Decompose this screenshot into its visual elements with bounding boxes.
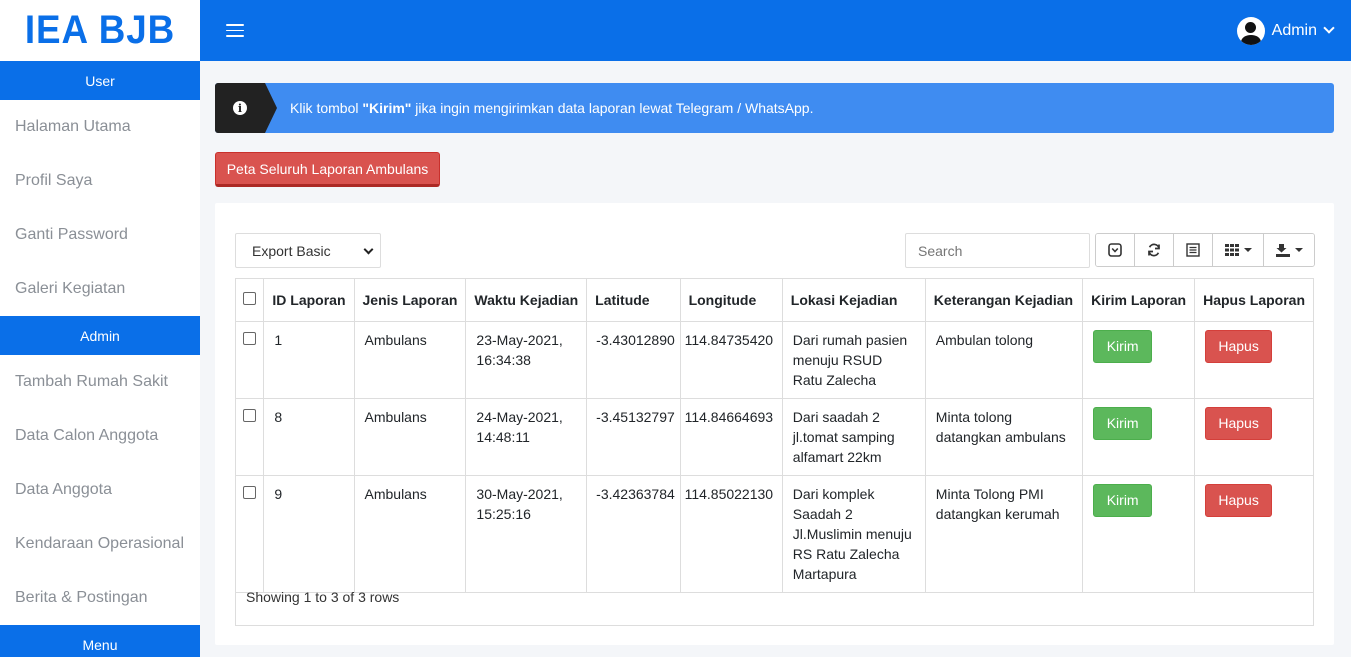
export-dropdown-button[interactable]	[1264, 234, 1314, 266]
sidebar-item-tambah-rumah-sakit[interactable]: Tambah Rumah Sakit	[0, 355, 200, 409]
cell-longitude: 114.84735420	[680, 321, 783, 399]
cell-latitude: -3.43012890	[586, 321, 681, 399]
cell-hapus: Hapus	[1194, 321, 1313, 399]
cell-kirim: Kirim	[1082, 475, 1196, 593]
col-latitude[interactable]: Latitude	[586, 279, 681, 322]
alert-icon-box: i	[215, 83, 277, 133]
sidebar: IEA BJB User Halaman Utama Profil Saya G…	[0, 0, 200, 657]
cell-jenis: Ambulans	[354, 321, 467, 399]
cell-waktu: 24-May-2021, 14:48:11	[465, 398, 588, 476]
toggle-pagination-button[interactable]	[1096, 234, 1135, 266]
list-view-icon	[1186, 243, 1200, 257]
row-select-cell	[236, 398, 265, 476]
row-checkbox[interactable]	[243, 331, 257, 345]
grid-icon	[1224, 244, 1239, 256]
map-all-reports-button[interactable]: Peta Seluruh Laporan Ambulans	[215, 152, 440, 187]
sidebar-item-kendaraan-operasional[interactable]: Kendaraan Operasional	[0, 517, 200, 571]
cell-keterangan: Ambulan tolong	[925, 321, 1084, 399]
row-select-cell	[236, 321, 265, 399]
kirim-button[interactable]: Kirim	[1093, 329, 1153, 363]
user-avatar-icon	[1236, 16, 1265, 45]
cell-lokasi: Dari rumah pasien menuju RSUD Ratu Zalec…	[782, 321, 926, 399]
col-hapus[interactable]: Hapus Laporan	[1194, 279, 1313, 322]
table-toolbar	[1095, 233, 1315, 267]
search-input[interactable]	[905, 233, 1090, 268]
caret-down-icon	[1243, 248, 1252, 252]
col-kirim[interactable]: Kirim Laporan	[1082, 279, 1196, 322]
sidebar-item-berita-postingan[interactable]: Berita & Postingan	[0, 571, 200, 625]
row-select-cell	[236, 475, 265, 593]
cell-keterangan: Minta tolong datangkan ambulans	[925, 398, 1084, 476]
info-icon: i	[233, 101, 247, 115]
row-checkbox[interactable]	[243, 485, 257, 499]
sidebar-item-profil-saya[interactable]: Profil Saya	[0, 154, 200, 208]
cell-kirim: Kirim	[1082, 321, 1196, 399]
toggle-view-button[interactable]	[1174, 234, 1213, 266]
refresh-button[interactable]	[1135, 234, 1174, 266]
col-keterangan[interactable]: Keterangan Kejadian	[925, 279, 1084, 322]
nav-section-menu: Menu	[0, 625, 200, 657]
table-row: 8 Ambulans 24-May-2021, 14:48:11 -3.4513…	[236, 398, 1313, 476]
caret-down-icon	[1294, 248, 1303, 252]
cell-jenis: Ambulans	[354, 398, 467, 476]
nav-section-user: User	[0, 61, 200, 100]
download-icon	[1275, 243, 1290, 257]
pagination-info: Showing 1 to 3 of 3 rows	[246, 589, 400, 605]
col-jenis[interactable]: Jenis Laporan	[354, 279, 467, 322]
reports-table-container: ID Laporan Jenis Laporan Waktu Kejadian …	[235, 278, 1314, 626]
kirim-button[interactable]: Kirim	[1093, 406, 1153, 440]
col-waktu[interactable]: Waktu Kejadian	[465, 279, 588, 322]
reports-table: ID Laporan Jenis Laporan Waktu Kejadian …	[236, 279, 1313, 593]
cell-keterangan: Minta Tolong PMI datangkan kerumah	[925, 475, 1084, 593]
cell-waktu: 30-May-2021, 15:25:16	[465, 475, 588, 593]
select-all-cell	[236, 279, 265, 322]
columns-dropdown-button[interactable]	[1213, 234, 1264, 266]
export-select[interactable]: Export Basic	[235, 233, 381, 268]
cell-longitude: 114.85022130	[680, 475, 783, 593]
cell-lokasi: Dari saadah 2 jl.tomat samping alfamart …	[782, 398, 926, 476]
cell-longitude: 114.84664693	[680, 398, 783, 476]
cell-hapus: Hapus	[1194, 398, 1313, 476]
brand-logo[interactable]: IEA BJB	[8, 0, 192, 61]
cell-id: 1	[263, 321, 355, 399]
topbar: Admin	[200, 0, 1351, 61]
nav-section-admin: Admin	[0, 316, 200, 355]
cell-latitude: -3.42363784	[586, 475, 681, 593]
table-row: 1 Ambulans 23-May-2021, 16:34:38 -3.4301…	[236, 321, 1313, 399]
cell-waktu: 23-May-2021, 16:34:38	[465, 321, 588, 399]
sidebar-item-ganti-password[interactable]: Ganti Password	[0, 208, 200, 262]
table-header-row: ID Laporan Jenis Laporan Waktu Kejadian …	[236, 279, 1313, 322]
hapus-button[interactable]: Hapus	[1205, 483, 1273, 517]
hapus-button[interactable]: Hapus	[1205, 329, 1273, 363]
cell-latitude: -3.45132797	[586, 398, 681, 476]
chevron-down-icon	[1323, 22, 1335, 34]
col-lokasi[interactable]: Lokasi Kejadian	[782, 279, 926, 322]
sidebar-item-galeri-kegiatan[interactable]: Galeri Kegiatan	[0, 262, 200, 316]
col-longitude[interactable]: Longitude	[680, 279, 783, 322]
cell-lokasi: Dari komplek Saadah 2 Jl.Muslimin menuju…	[782, 475, 926, 593]
hapus-button[interactable]: Hapus	[1205, 406, 1273, 440]
table-row: 9 Ambulans 30-May-2021, 15:25:16 -3.4236…	[236, 475, 1313, 593]
sidebar-item-halaman-utama[interactable]: Halaman Utama	[0, 100, 200, 154]
sidebar-item-data-anggota[interactable]: Data Anggota	[0, 463, 200, 517]
cell-id: 8	[263, 398, 355, 476]
col-id[interactable]: ID Laporan	[263, 279, 355, 322]
cell-id: 9	[263, 475, 355, 593]
sidebar-item-data-calon-anggota[interactable]: Data Calon Anggota	[0, 409, 200, 463]
reports-panel: Export Basic ID Laporan Je	[215, 203, 1334, 645]
collapse-icon	[1108, 243, 1122, 257]
info-alert: i Klik tombol "Kirim" jika ingin mengiri…	[215, 83, 1334, 133]
alert-text: Klik tombol "Kirim" jika ingin mengirimk…	[290, 100, 814, 116]
cell-kirim: Kirim	[1082, 398, 1196, 476]
hamburger-menu-icon[interactable]	[226, 24, 244, 37]
refresh-icon	[1148, 243, 1160, 257]
row-checkbox[interactable]	[243, 408, 257, 422]
kirim-button[interactable]: Kirim	[1093, 483, 1153, 517]
user-menu[interactable]: Admin	[1236, 16, 1335, 45]
user-name: Admin	[1271, 21, 1317, 39]
select-all-checkbox[interactable]	[243, 291, 257, 305]
chevron-down-icon	[363, 244, 374, 255]
cell-jenis: Ambulans	[354, 475, 467, 593]
cell-hapus: Hapus	[1194, 475, 1313, 593]
